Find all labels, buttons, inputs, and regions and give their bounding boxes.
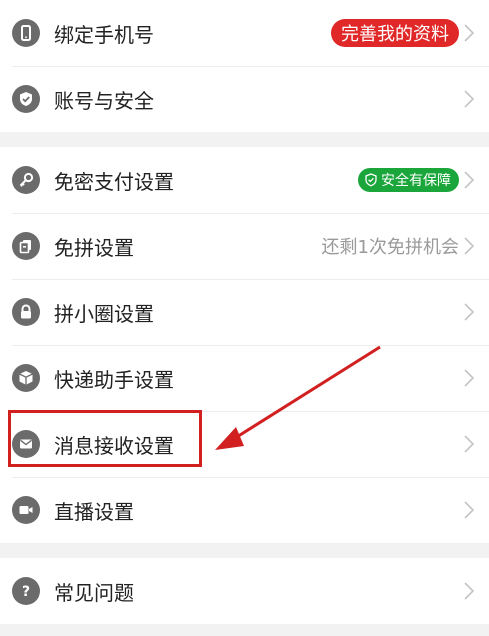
chevron-right-icon	[463, 302, 475, 322]
section-divider	[0, 543, 489, 558]
row-label: 账号与安全	[54, 88, 154, 113]
shield-check-icon	[12, 85, 40, 113]
chevron-right-icon	[463, 500, 475, 520]
row-message-settings[interactable]: 消息接收设置	[0, 411, 489, 477]
chevron-right-icon	[463, 89, 475, 109]
settings-group-account: 绑定手机号 完善我的资料 账号与安全	[0, 0, 489, 132]
row-circle-settings[interactable]: 拼小圈设置	[0, 279, 489, 345]
package-icon	[12, 364, 40, 392]
row-label: 直播设置	[54, 499, 134, 524]
lock-icon	[12, 298, 40, 326]
chevron-right-icon	[463, 23, 475, 43]
mail-icon	[12, 430, 40, 458]
row-label: 拼小圈设置	[54, 301, 154, 326]
row-password-free-payment[interactable]: 免密支付设置 安全有保障	[0, 147, 489, 213]
row-account-security[interactable]: 账号与安全	[0, 66, 489, 132]
remaining-skips-hint: 还剩1次免拼机会	[321, 237, 459, 258]
shield-check-icon	[365, 173, 377, 187]
svg-text:?: ?	[22, 584, 30, 600]
row-delivery-assistant[interactable]: 快递助手设置	[0, 345, 489, 411]
row-label: 绑定手机号	[54, 22, 154, 47]
phone-icon	[12, 19, 40, 47]
chevron-right-icon	[463, 170, 475, 190]
row-live-settings[interactable]: 直播设置	[0, 477, 489, 543]
row-label: 免拼设置	[54, 235, 134, 260]
row-label: 免密支付设置	[54, 169, 174, 194]
chevron-right-icon	[463, 236, 475, 256]
row-bind-phone[interactable]: 绑定手机号 完善我的资料	[0, 0, 489, 66]
chevron-right-icon	[463, 368, 475, 388]
row-faq[interactable]: ? 常见问题	[0, 558, 489, 624]
badge-text: 安全有保障	[381, 173, 451, 189]
secure-guarantee-badge: 安全有保障	[358, 168, 459, 192]
copy-icon	[12, 232, 40, 260]
settings-group-preferences: 免密支付设置 安全有保障 免拼设置 还剩1次免拼机会 拼小圈设置 快递助手设置 …	[0, 147, 489, 543]
chevron-right-icon	[463, 434, 475, 454]
settings-group-help: ? 常见问题	[0, 558, 489, 624]
row-label: 快递助手设置	[54, 367, 174, 392]
video-camera-icon	[12, 496, 40, 524]
row-label: 常见问题	[54, 580, 134, 605]
row-group-buy-skip[interactable]: 免拼设置 还剩1次免拼机会	[0, 213, 489, 279]
question-icon: ?	[12, 577, 40, 605]
chevron-right-icon	[463, 581, 475, 601]
settings-list: 绑定手机号 完善我的资料 账号与安全 免密支付设置 安全有保障 免拼设置 还剩1…	[0, 0, 489, 624]
row-label: 消息接收设置	[54, 433, 174, 458]
complete-profile-badge[interactable]: 完善我的资料	[331, 19, 459, 47]
section-divider	[0, 132, 489, 147]
key-icon	[12, 166, 40, 194]
